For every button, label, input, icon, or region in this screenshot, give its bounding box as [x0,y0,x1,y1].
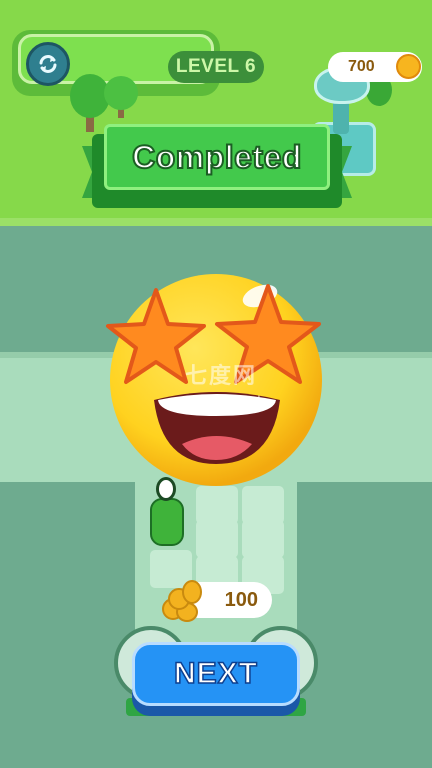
banner-title: Completed [131,138,302,176]
next-button[interactable]: NEXT [132,642,300,706]
grass-edge [0,218,432,226]
green-character [150,498,184,546]
completed-banner: Completed [104,124,330,190]
refresh-icon [39,55,57,73]
level-label: LEVEL 6 [175,56,257,77]
coin-stack-icon [158,578,206,622]
watermark-url: www.7do.net [177,394,263,409]
watermark-text: 七度网 [184,364,257,389]
grid-tile [242,520,284,558]
tree [104,76,138,110]
fountain-stem [333,100,349,134]
restart-button[interactable] [26,42,70,86]
grid-tile [196,520,238,558]
level-indicator: LEVEL 6 [168,51,264,83]
coin-icon [396,54,421,79]
coin-count: 700 [348,58,375,75]
next-button-label: NEXT [173,656,258,691]
reward-amount: 100 [224,588,258,611]
